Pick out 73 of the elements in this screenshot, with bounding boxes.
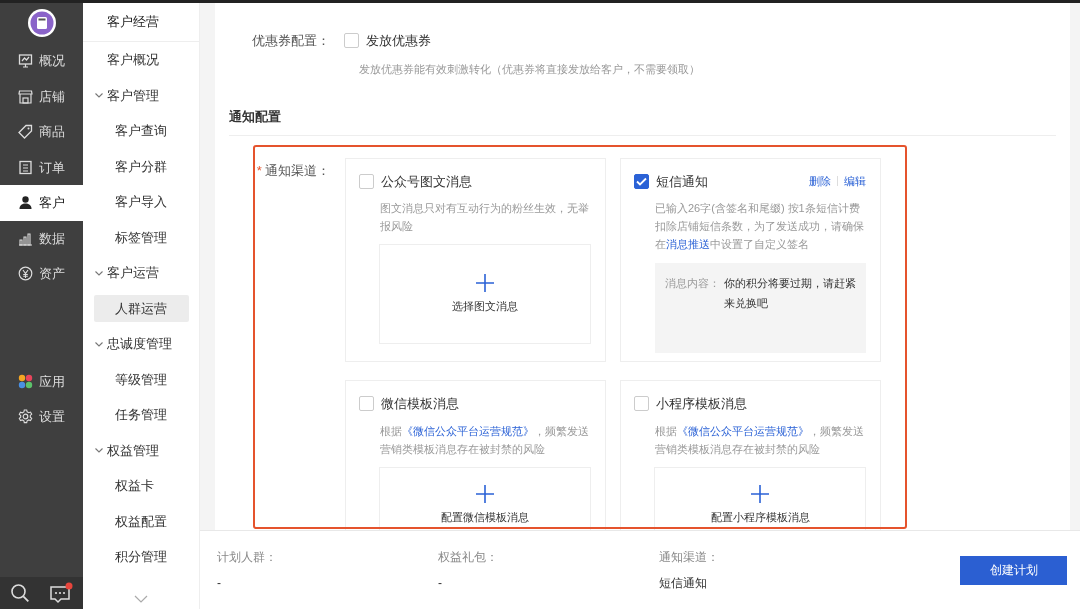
logo-icon bbox=[26, 8, 57, 38]
shop-icon bbox=[18, 88, 33, 104]
description-text: 已输入26字(含签名和尾缀) 按1条短信计费扣除店铺短信条数，为了发送成功，请确保在消息推送中设置了自定义签名 bbox=[655, 201, 865, 252]
link[interactable]: 《微信公众平台运营规范》 bbox=[677, 424, 809, 437]
plus-icon bbox=[476, 273, 494, 292]
monitor-icon bbox=[18, 53, 33, 69]
nav-item[interactable]: 概况 bbox=[0, 43, 83, 79]
summary-value: 短信通知 bbox=[659, 575, 708, 592]
picker-area[interactable]: 选择图文消息 bbox=[379, 244, 591, 344]
sidebar-item[interactable]: 任务管理 bbox=[94, 401, 189, 429]
user-icon bbox=[18, 195, 33, 211]
sidebar-item[interactable]: 客户概况 bbox=[83, 42, 199, 78]
sidebar-item[interactable]: 权益配置 bbox=[94, 507, 189, 535]
nav-item[interactable]: 数据 bbox=[0, 220, 83, 256]
bar-chart-icon bbox=[18, 230, 33, 246]
hint-text: 发放优惠券能有效刺激转化（优惠券将直接发放给客户，不需要领取） bbox=[359, 61, 701, 77]
sidebar-item[interactable]: 权益卡 bbox=[94, 472, 189, 500]
link[interactable]: 消息推送 bbox=[666, 238, 710, 250]
description-text: 根据《微信公众平台运营规范》，频繁发送营销类模板消息存在被封禁的风险 bbox=[380, 423, 590, 457]
sidebar-item[interactable]: 客户查询 bbox=[94, 117, 189, 145]
sidebar-item[interactable]: 客户导入 bbox=[94, 188, 189, 216]
apps-icon bbox=[18, 373, 33, 389]
sidebar-title: 客户经营 bbox=[83, 3, 199, 42]
sidebar-item[interactable]: 客户分群 bbox=[94, 152, 189, 180]
sidebar-item[interactable]: 人群运营 bbox=[94, 294, 189, 322]
summary-label: 计划人群： bbox=[217, 549, 278, 566]
sidebar-group[interactable]: 权益管理 bbox=[83, 432, 199, 468]
card-title: 短信通知 bbox=[655, 172, 708, 191]
picker-label: 配置小程序模板消息 bbox=[710, 510, 810, 525]
description-text: 根据《微信公众平台运营规范》，频繁发送营销类模板消息存在被封禁的风险 bbox=[655, 423, 865, 457]
checkbox[interactable] bbox=[634, 173, 649, 189]
sidebar-item[interactable]: 标签管理 bbox=[94, 223, 189, 251]
action-link[interactable]: 删除 bbox=[809, 173, 831, 190]
section-title: 通知配置 bbox=[229, 107, 1056, 136]
action-link[interactable]: 编辑 bbox=[844, 173, 866, 190]
message-text: 你的积分将要过期，请赶紧来兑换吧 bbox=[724, 276, 856, 311]
yen-icon bbox=[18, 266, 33, 282]
field-label: 优惠券配置： bbox=[251, 32, 330, 50]
message-label: 消息内容： bbox=[665, 276, 720, 291]
create-plan-button[interactable]: 创建计划 bbox=[960, 555, 1067, 585]
nav-item[interactable]: 商品 bbox=[0, 114, 83, 150]
plus-icon bbox=[476, 485, 494, 503]
summary-label: 权益礼包： bbox=[438, 549, 499, 566]
chevron-down-icon bbox=[134, 594, 148, 603]
tag-icon bbox=[18, 124, 33, 140]
sidebar-group[interactable]: 客户管理 bbox=[83, 77, 199, 113]
sidebar-group[interactable]: 忠诚度管理 bbox=[83, 326, 199, 362]
link[interactable]: 《微信公众平台运营规范》 bbox=[402, 424, 534, 437]
nav-item[interactable]: 店铺 bbox=[0, 78, 83, 114]
summary-value: - bbox=[438, 575, 443, 592]
settings-icon bbox=[18, 409, 33, 425]
card-title: 微信模板消息 bbox=[380, 395, 459, 413]
nav-item[interactable]: 设置 bbox=[0, 399, 83, 435]
card-title: 小程序模板消息 bbox=[655, 395, 747, 413]
summary-value: - bbox=[217, 575, 222, 592]
sidebar-item[interactable]: 等级管理 bbox=[94, 365, 189, 393]
field-label: 通知渠道： bbox=[265, 161, 330, 180]
checkbox-label: 发放优惠券 bbox=[365, 32, 431, 50]
nav-item[interactable]: 资产 bbox=[0, 256, 83, 292]
summary-label: 通知渠道： bbox=[659, 549, 720, 566]
card-title: 公众号图文消息 bbox=[380, 172, 472, 191]
list-icon bbox=[18, 159, 33, 175]
description-text: 图文消息只对有互动行为的粉丝生效，无举报风险 bbox=[380, 201, 590, 234]
nav-item[interactable]: 应用 bbox=[0, 363, 83, 399]
nav-item[interactable]: 订单 bbox=[0, 149, 83, 185]
plus-icon bbox=[751, 485, 769, 503]
search-icon bbox=[9, 583, 30, 603]
nav-item[interactable]: 客户 bbox=[0, 185, 83, 221]
sidebar-group[interactable]: 客户运营 bbox=[83, 255, 199, 291]
required-mark: * bbox=[256, 161, 262, 180]
sidebar-item[interactable]: 积分管理 bbox=[94, 543, 189, 571]
picker-label: 配置微信模板消息 bbox=[441, 510, 529, 525]
picker-label: 选择图文消息 bbox=[452, 298, 518, 314]
